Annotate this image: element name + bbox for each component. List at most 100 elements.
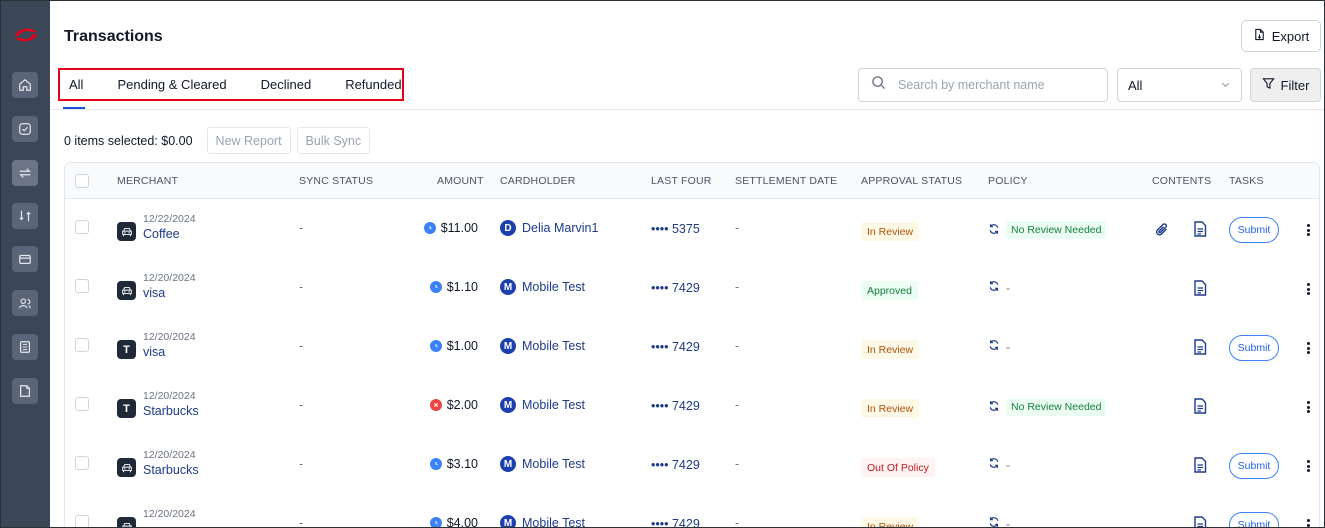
nav-reports-icon[interactable] bbox=[12, 334, 38, 360]
sync-icon[interactable] bbox=[988, 457, 1000, 472]
settlement-date: - bbox=[735, 516, 740, 528]
nav-transfers-icon[interactable] bbox=[12, 203, 38, 229]
sync-icon[interactable] bbox=[988, 400, 1000, 415]
table-row[interactable]: 12/20/2024 visa - $1.10 M Mobile Test •••• 742… bbox=[65, 258, 1319, 317]
receipt-document-icon[interactable] bbox=[1191, 279, 1209, 297]
cardholder-link[interactable]: M Mobile Test bbox=[500, 338, 585, 354]
merchant-name-link[interactable]: Starbucks bbox=[143, 463, 199, 477]
cardholder-avatar: M bbox=[500, 338, 516, 354]
more-options-icon[interactable] bbox=[1303, 457, 1313, 475]
status-select-value: All bbox=[1128, 77, 1143, 93]
settlement-date: - bbox=[735, 221, 740, 235]
sync-icon[interactable] bbox=[988, 516, 1000, 527]
cardholder-link[interactable]: M Mobile Test bbox=[500, 279, 585, 295]
header-cardholder[interactable]: CARDHOLDER bbox=[500, 175, 576, 187]
row-checkbox[interactable] bbox=[75, 338, 89, 352]
status-select[interactable]: All bbox=[1117, 68, 1242, 102]
settlement-date: - bbox=[735, 280, 740, 294]
more-options-icon[interactable] bbox=[1303, 398, 1313, 416]
header-settlement-date[interactable]: SETTLEMENT DATE bbox=[735, 175, 837, 187]
header-last-four[interactable]: LAST FOUR bbox=[651, 175, 712, 187]
header-approval-status[interactable]: APPROVAL STATUS bbox=[861, 175, 962, 187]
sync-icon[interactable] bbox=[988, 280, 1000, 295]
filter-icon bbox=[1261, 77, 1275, 93]
nav-home-icon[interactable] bbox=[12, 72, 38, 98]
tab-declined[interactable]: Declined bbox=[261, 77, 312, 92]
nav-cards-icon[interactable] bbox=[12, 246, 38, 272]
main-content: Transactions Export All Pending & Cleare… bbox=[50, 1, 1324, 528]
submit-button[interactable]: Submit bbox=[1229, 217, 1279, 243]
export-button[interactable]: Export bbox=[1241, 20, 1321, 52]
table-row[interactable]: T 12/20/2024 visa - $1.00 M Mobile Test •••• 74… bbox=[65, 317, 1319, 376]
receipt-document-icon[interactable] bbox=[1191, 220, 1209, 238]
policy-cell: No Review Needed bbox=[988, 221, 1107, 239]
sync-status: - bbox=[299, 221, 304, 235]
merchant-name-link[interactable]: Starbucks bbox=[143, 404, 199, 418]
receipt-document-icon[interactable] bbox=[1191, 456, 1209, 474]
row-checkbox[interactable] bbox=[75, 515, 89, 527]
header-contents[interactable]: CONTENTS bbox=[1152, 175, 1211, 187]
sync-icon[interactable] bbox=[988, 339, 1000, 354]
select-all-checkbox[interactable] bbox=[75, 174, 89, 188]
receipt-document-icon[interactable] bbox=[1191, 397, 1209, 415]
last-four-link[interactable]: •••• 7429 bbox=[651, 340, 700, 354]
amount-cell: $2.00 bbox=[429, 398, 478, 412]
last-four-link[interactable]: •••• 7429 bbox=[651, 281, 700, 295]
pending-clock-icon bbox=[423, 222, 436, 234]
receipt-document-icon[interactable] bbox=[1191, 338, 1209, 356]
tab-all[interactable]: All bbox=[69, 77, 83, 92]
merchant-name-link[interactable]: visa bbox=[143, 345, 165, 359]
header-tasks[interactable]: TASKS bbox=[1229, 175, 1264, 187]
more-options-icon[interactable] bbox=[1303, 221, 1313, 239]
last-four-link[interactable]: •••• 7429 bbox=[651, 517, 700, 527]
new-report-button[interactable]: New Report bbox=[206, 127, 291, 154]
header-policy[interactable]: POLICY bbox=[988, 175, 1028, 187]
more-options-icon[interactable] bbox=[1303, 339, 1313, 357]
row-checkbox[interactable] bbox=[75, 456, 89, 470]
tab-refunded[interactable]: Refunded bbox=[345, 77, 401, 92]
table-header: MERCHANT SYNC STATUS AMOUNT CARDHOLDER L… bbox=[65, 163, 1319, 199]
bulk-sync-button[interactable]: Bulk Sync bbox=[296, 127, 371, 154]
submit-button[interactable]: Submit bbox=[1229, 453, 1279, 479]
table-row[interactable]: T 12/20/2024 Starbucks - $2.00 M Mobile Test ••… bbox=[65, 376, 1319, 435]
tabs-divider bbox=[50, 109, 1324, 110]
cardholder-link[interactable]: M Mobile Test bbox=[500, 456, 585, 472]
selection-summary: 0 items selected: $0.00 bbox=[64, 133, 193, 148]
last-four-link[interactable]: •••• 5375 bbox=[651, 222, 700, 236]
merchant-name-link[interactable]: visa bbox=[143, 286, 165, 300]
search-input[interactable] bbox=[898, 78, 1088, 92]
merchant-name-link[interactable]: Coffee bbox=[143, 227, 180, 241]
nav-transactions-icon[interactable] bbox=[12, 160, 38, 186]
row-checkbox[interactable] bbox=[75, 220, 89, 234]
nav-people-icon[interactable] bbox=[12, 290, 38, 316]
cardholder-link[interactable]: M Mobile Test bbox=[500, 515, 585, 527]
approval-status-badge: Out Of Policy bbox=[861, 458, 935, 477]
table-row[interactable]: 12/20/2024 Starbucks - $3.10 M Mobile Test •••… bbox=[65, 435, 1319, 494]
more-options-icon[interactable] bbox=[1303, 516, 1313, 527]
header-sync-status[interactable]: SYNC STATUS bbox=[299, 175, 373, 187]
cardholder-link[interactable]: D Delia Marvin1 bbox=[500, 220, 598, 236]
submit-button[interactable]: Submit bbox=[1229, 512, 1279, 527]
nav-approvals-icon[interactable] bbox=[12, 116, 38, 142]
last-four-link[interactable]: •••• 7429 bbox=[651, 399, 700, 413]
table-row[interactable]: 12/22/2024 Coffee - $11.00 D Delia Marvin1 •••… bbox=[65, 199, 1319, 258]
last-four-link[interactable]: •••• 7429 bbox=[651, 458, 700, 472]
more-options-icon[interactable] bbox=[1303, 280, 1313, 298]
tab-pending-cleared[interactable]: Pending & Cleared bbox=[117, 77, 226, 92]
header-merchant[interactable]: MERCHANT bbox=[117, 175, 178, 187]
cardholder-avatar: M bbox=[500, 456, 516, 472]
policy-value: - bbox=[1006, 457, 1010, 472]
row-checkbox[interactable] bbox=[75, 397, 89, 411]
attachment-icon[interactable] bbox=[1153, 221, 1171, 239]
table-row[interactable]: 12/20/2024 - $4.00 M Mobile Test •••• 7429 - In… bbox=[65, 494, 1319, 528]
approval-status-badge: In Review bbox=[861, 340, 920, 359]
submit-button[interactable]: Submit bbox=[1229, 335, 1279, 361]
brand-logo-icon[interactable] bbox=[12, 25, 40, 45]
receipt-document-icon[interactable] bbox=[1191, 515, 1209, 527]
cardholder-link[interactable]: M Mobile Test bbox=[500, 397, 585, 413]
filter-button[interactable]: Filter bbox=[1250, 68, 1321, 102]
header-amount[interactable]: AMOUNT bbox=[437, 175, 484, 187]
sync-icon[interactable] bbox=[988, 223, 1000, 238]
nav-documents-icon[interactable] bbox=[12, 378, 38, 404]
row-checkbox[interactable] bbox=[75, 279, 89, 293]
